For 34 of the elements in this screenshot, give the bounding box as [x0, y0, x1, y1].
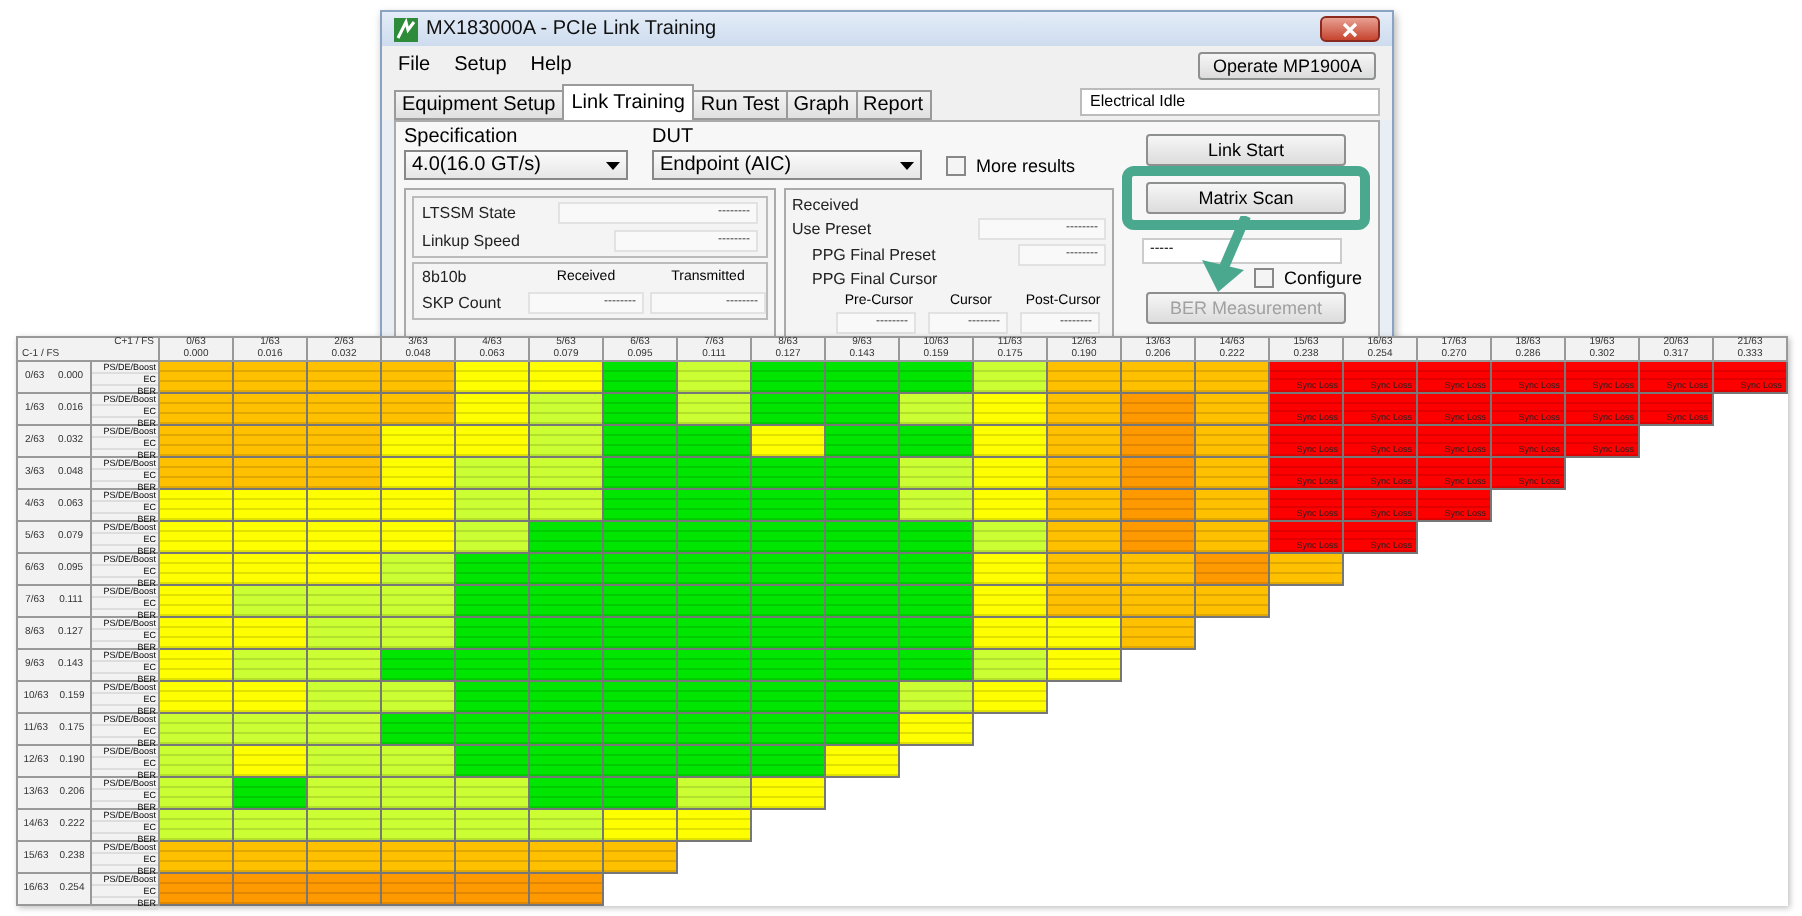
checkbox[interactable]	[1253, 268, 1274, 288]
checkbox-label: Configure	[1283, 268, 1362, 288]
specification-dropdown[interactable]: 4.0(16.0 GT/s)	[404, 150, 628, 180]
group-title: Received	[792, 196, 861, 214]
checkbox[interactable]	[946, 156, 966, 176]
close-icon	[1342, 21, 1358, 37]
field-label: LTSSM State	[422, 204, 516, 222]
field-label: Specification	[404, 126, 520, 150]
caret-icon	[606, 161, 620, 169]
menu-item[interactable]: File	[398, 54, 431, 76]
field-label: PPG Final Preset	[812, 246, 936, 264]
tab[interactable]: Graph	[785, 90, 858, 120]
menu-item[interactable]: Help	[530, 54, 572, 76]
field-label: Linkup Speed	[422, 232, 520, 250]
group-title: 8b10b	[422, 268, 469, 286]
window-title: MX183000A - PCIe Link Training	[426, 18, 717, 40]
caret-icon	[900, 161, 914, 169]
tab[interactable]: Run Test	[692, 90, 788, 120]
checkbox-label: More results	[976, 156, 1076, 176]
close-button[interactable]	[1320, 16, 1380, 42]
operate-button[interactable]: Operate MP1900A	[1198, 51, 1376, 79]
tab[interactable]: Link Training	[561, 84, 695, 120]
tab[interactable]: Equipment Setup	[394, 90, 564, 120]
field-label: PPG Final Cursor	[810, 270, 940, 288]
menu-item[interactable]: Setup	[454, 54, 507, 76]
matrix-scan-button[interactable]: Matrix Scan	[1146, 182, 1346, 214]
dut-dropdown[interactable]: Endpoint (AIC)	[652, 150, 922, 180]
status-field: Electrical Idle	[1080, 88, 1380, 116]
field-label: Use Preset	[792, 220, 872, 238]
field-label: SKP Count	[422, 294, 503, 312]
link-start-button[interactable]: Link Start	[1146, 134, 1346, 166]
tab[interactable]: Report	[855, 90, 932, 120]
app-logo-icon	[394, 17, 418, 41]
field-label: DUT	[652, 126, 696, 150]
